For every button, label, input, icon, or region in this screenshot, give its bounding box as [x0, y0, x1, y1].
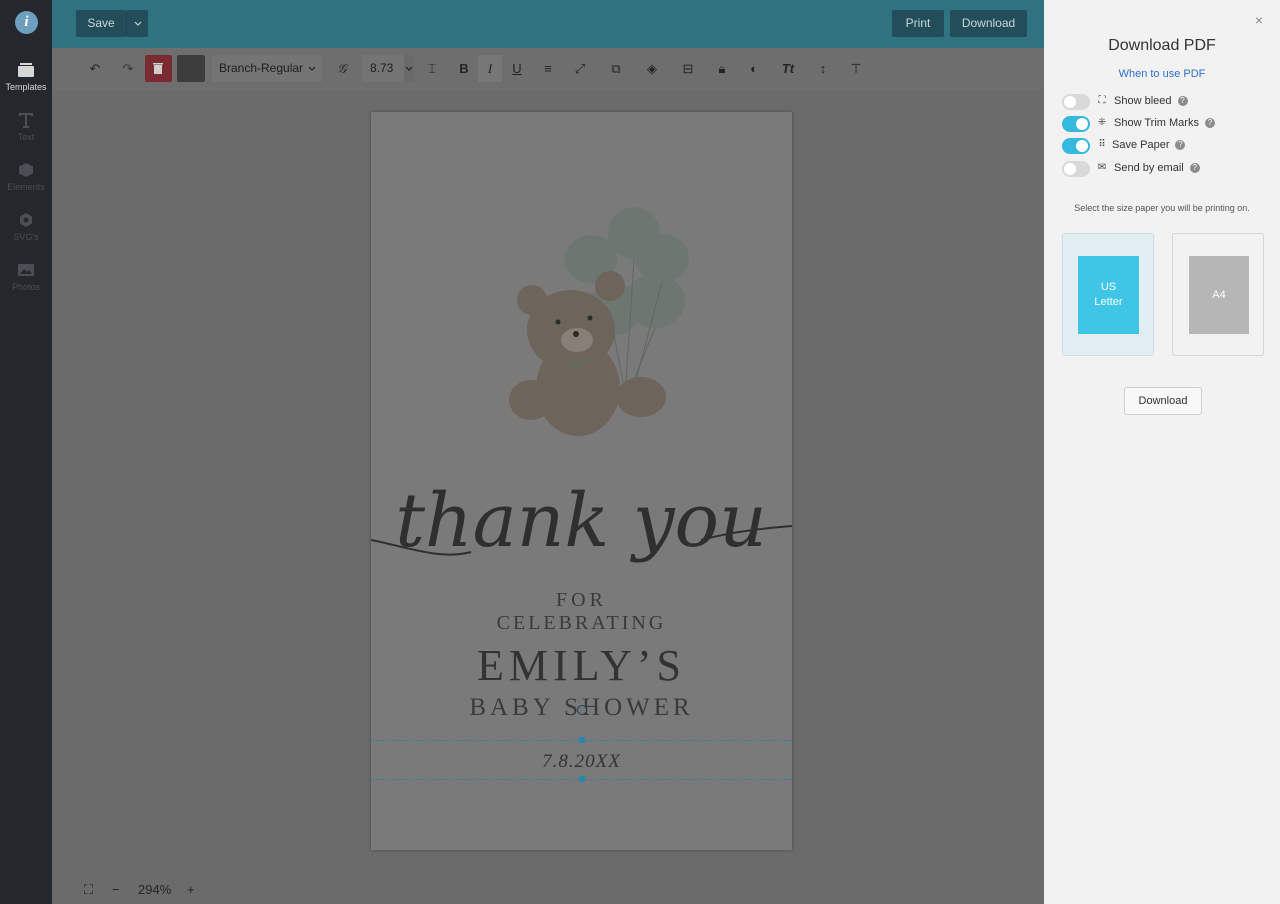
show-trim-marks-toggle[interactable] — [1062, 116, 1090, 132]
sidebar-item-label: Photos — [11, 282, 41, 292]
font-family-select[interactable]: Branch-Regular — [212, 55, 322, 82]
price-tag-icon[interactable]: ⊟ — [680, 61, 696, 77]
grid-icon: ⠿ — [1098, 139, 1106, 150]
templates-icon — [18, 63, 34, 77]
line-height-icon[interactable]: ↕ — [815, 61, 831, 77]
sidebar-item-label: Templates — [5, 82, 47, 92]
sidebar-item-label: Elements — [7, 182, 45, 192]
chevron-down-icon — [134, 21, 141, 26]
layers-icon[interactable]: ◈ — [644, 61, 660, 77]
card-line-celebrating: CELEBRATING — [496, 612, 667, 634]
show-bleed-toggle[interactable] — [1062, 94, 1090, 110]
italic-button[interactable]: I — [478, 55, 502, 82]
top-bar: Save Print Download — [52, 0, 1044, 48]
option-save-paper: ⠿ Save Paper? — [1062, 138, 1272, 154]
sidebar-item-label: Text — [17, 132, 35, 142]
zoom-out-button[interactable]: − — [112, 882, 120, 897]
save-paper-toggle[interactable] — [1062, 138, 1090, 154]
help-icon[interactable]: ? — [1177, 96, 1188, 106]
sidebar-item-elements[interactable]: Elements — [0, 162, 52, 192]
resize-icon[interactable]: ⤢ — [572, 61, 588, 77]
card-date[interactable]: 7.8.20XX — [371, 751, 792, 773]
sidebar-item-templates[interactable]: Templates — [0, 62, 52, 92]
align-center-icon[interactable]: ≡ — [540, 61, 556, 77]
underline-icon[interactable]: U — [509, 61, 525, 77]
paper-label-us-letter: US Letter — [1078, 256, 1139, 334]
option-show-bleed: ⛶ Show bleed? — [1062, 94, 1272, 110]
design-page[interactable]: thank you FOR CELEBRATING EMILY’S BABY S… — [371, 112, 792, 850]
send-by-email-toggle[interactable] — [1062, 161, 1090, 177]
sidebar-item-svgs[interactable]: SVG's — [0, 212, 52, 242]
download-pdf-panel: × Download PDF When to use PDF ⛶ Show bl… — [1044, 0, 1280, 904]
font-size-input[interactable]: 8.73 — [362, 55, 404, 82]
text-height-icon[interactable]: ⌶ — [424, 61, 440, 77]
trash-icon — [153, 63, 163, 74]
font-size-value: 8.73 — [370, 61, 394, 75]
help-icon[interactable]: ? — [1175, 140, 1186, 150]
selection-handle-bottom[interactable] — [579, 776, 585, 782]
panel-title: Download PDF — [1108, 37, 1216, 54]
redo-icon[interactable]: ↷ — [120, 61, 136, 77]
opacity-icon[interactable]: ◐ — [746, 61, 762, 77]
editor-toolbar: ↶ ↷ Branch-Regular 𝒢 8.73 ⌶ B I U ≡ ⤢ ⧉ … — [52, 48, 1044, 90]
zoom-bar: ⛶ − 294% + — [52, 876, 1044, 904]
option-label: Show bleed — [1114, 95, 1172, 107]
option-label: Send by email — [1114, 162, 1184, 174]
sidebar-item-label: SVG's — [13, 232, 39, 242]
letter-spacing-icon[interactable]: ⊤ — [848, 61, 864, 77]
trim-marks-icon: ⁜ — [1097, 117, 1107, 128]
delete-button[interactable] — [145, 55, 172, 82]
sidebar-item-photos[interactable]: Photos — [0, 262, 52, 292]
save-options-button[interactable] — [126, 10, 148, 37]
card-name: EMILY’S — [476, 641, 687, 690]
lock-icon[interactable]: 🔒︎ — [714, 61, 730, 77]
help-icon[interactable]: ? — [1204, 118, 1215, 128]
expand-icon: ⛶ — [1098, 95, 1106, 106]
option-label: Save Paper — [1112, 139, 1170, 151]
bold-icon[interactable]: B — [456, 61, 472, 77]
close-icon[interactable]: × — [1255, 12, 1263, 28]
fit-screen-icon[interactable]: ⛶ — [84, 882, 93, 898]
left-rail: i Templates Text Elements SVG's Photos — [0, 0, 52, 904]
photos-icon — [18, 264, 34, 276]
option-label: Show Trim Marks — [1114, 117, 1199, 129]
option-show-trim-marks: ⁜ Show Trim Marks? — [1062, 116, 1272, 132]
italic-icon: I — [487, 61, 493, 76]
sidebar-item-text[interactable]: Text — [0, 112, 52, 142]
paper-label-a4: A4 — [1189, 256, 1249, 334]
duplicate-icon[interactable]: ⧉ — [608, 61, 624, 77]
help-icon[interactable]: ? — [1189, 163, 1200, 173]
print-button[interactable]: Print — [892, 10, 944, 37]
undo-icon[interactable]: ↶ — [87, 61, 103, 77]
svg-icon — [20, 213, 32, 227]
paper-option-a4[interactable]: A4 — [1172, 233, 1264, 356]
chevron-down-icon — [308, 66, 316, 71]
zoom-level: 294% — [138, 882, 172, 897]
font-size-dropdown[interactable] — [404, 55, 414, 82]
card-line-for: FOR — [556, 589, 607, 611]
when-to-use-pdf-link[interactable]: When to use PDF — [1044, 68, 1280, 80]
rotate-handle-icon[interactable] — [577, 705, 587, 715]
text-transform-icon[interactable]: Tt — [780, 61, 796, 77]
paper-size-instructions: Select the size paper you will be printi… — [1074, 203, 1250, 213]
elements-icon — [19, 163, 33, 177]
script-text: thank you — [395, 478, 767, 564]
thank-you-script: thank you — [371, 478, 792, 564]
font-family-value: Branch-Regular — [219, 61, 304, 75]
text-icon — [19, 113, 33, 128]
paper-option-us-letter[interactable]: US Letter — [1062, 233, 1154, 356]
color-swatch[interactable] — [177, 55, 205, 82]
selection-handle-top[interactable] — [579, 737, 585, 743]
envelope-icon: ✉ — [1097, 162, 1107, 173]
save-button[interactable]: Save — [76, 10, 126, 37]
zoom-in-button[interactable]: + — [187, 882, 195, 897]
panel-download-button[interactable]: Download — [1124, 387, 1202, 415]
app-logo: i — [15, 11, 38, 34]
font-style-icon[interactable]: 𝒢 — [334, 61, 350, 77]
download-button[interactable]: Download — [950, 10, 1027, 37]
teddy-bear-illustration — [509, 207, 689, 436]
option-send-by-email: ✉ Send by email? — [1062, 161, 1272, 177]
chevron-down-icon — [405, 66, 413, 71]
